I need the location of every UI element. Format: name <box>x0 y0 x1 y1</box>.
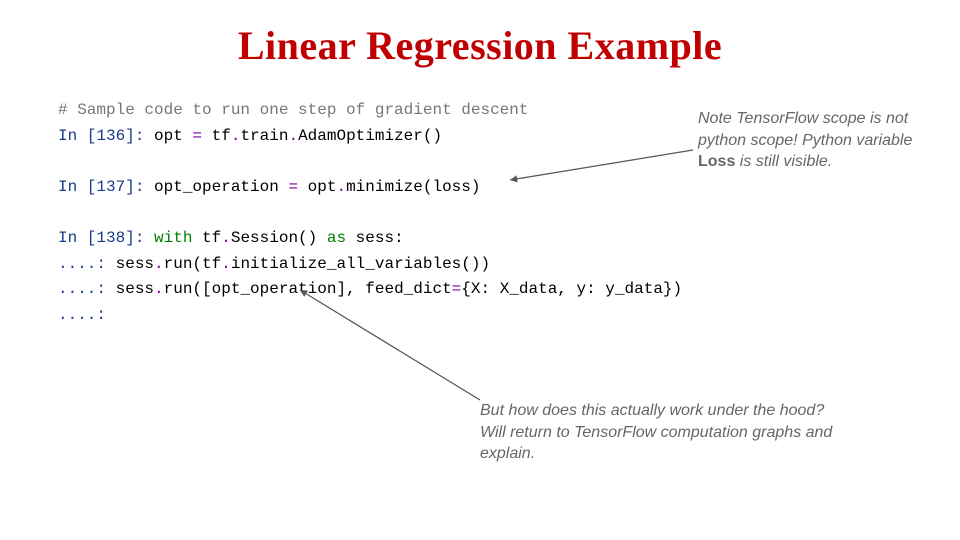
code-block: # Sample code to run one step of gradien… <box>58 98 682 328</box>
code-line-138: In [138]: with tf.Session() as sess: <box>58 226 682 252</box>
code-line-cont2: ....: sess.run([opt_operation], feed_dic… <box>58 277 682 303</box>
blank-line <box>58 149 682 175</box>
annotation-scope-note: Note TensorFlow scope is not python scop… <box>698 108 918 173</box>
code-line-cont1: ....: sess.run(tf.initialize_all_variabl… <box>58 252 682 278</box>
code-line-cont3: ....: <box>58 303 682 329</box>
code-line-137: In [137]: opt_operation = opt.minimize(l… <box>58 175 682 201</box>
code-line-136: In [136]: opt = tf.train.AdamOptimizer() <box>58 124 682 150</box>
annotation-hood-note: But how does this actually work under th… <box>480 400 840 465</box>
code-comment: # Sample code to run one step of gradien… <box>58 98 682 124</box>
blank-line <box>58 200 682 226</box>
slide-title: Linear Regression Example <box>0 0 960 69</box>
